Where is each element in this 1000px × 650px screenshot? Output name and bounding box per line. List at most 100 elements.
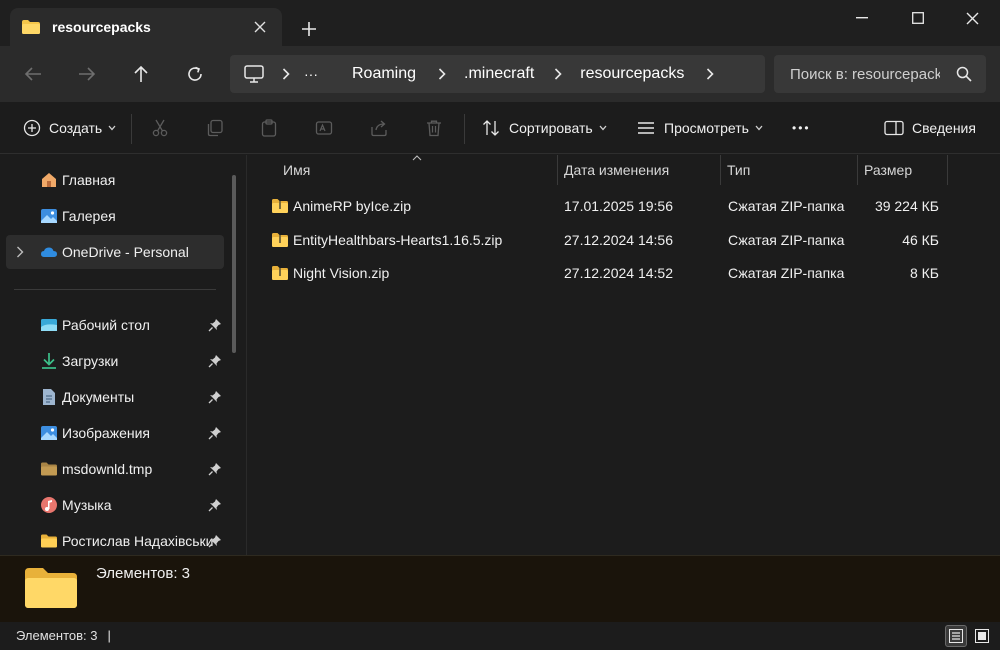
up-button[interactable]: [126, 60, 156, 88]
breadcrumb-ellipsis[interactable]: ···: [304, 66, 318, 82]
arrow-right-icon: [79, 67, 96, 81]
chevron-right-icon[interactable]: [16, 246, 24, 258]
pin-icon[interactable]: [208, 426, 222, 440]
chevron-right-icon: [438, 68, 446, 80]
sidebar-item-pictures[interactable]: Изображения: [6, 416, 224, 450]
sidebar-item-label: Музыка: [62, 497, 112, 513]
close-window-button[interactable]: [944, 0, 1000, 36]
sidebar-item-label: OneDrive - Personal: [62, 244, 189, 260]
share-icon: [369, 118, 389, 138]
folder-icon: [25, 568, 77, 608]
minimize-button[interactable]: [834, 0, 890, 36]
forward-button[interactable]: [72, 60, 102, 88]
address-bar[interactable]: ··· Roaming .minecraft resourcepacks: [230, 55, 765, 93]
view-label: Просмотреть: [664, 120, 749, 136]
sidebar-item-label: Загрузки: [62, 353, 119, 369]
details-pane: Элементов: 3: [0, 555, 1000, 622]
column-header-date[interactable]: Дата изменения: [564, 155, 669, 185]
sidebar-item-label: Главная: [62, 172, 116, 188]
arrow-left-icon: [24, 67, 41, 81]
sidebar-item-home[interactable]: Главная: [6, 163, 224, 197]
folder-icon: [22, 20, 40, 34]
document-icon: [43, 389, 55, 405]
rename-button[interactable]: [314, 115, 334, 141]
chevron-down-icon: [755, 125, 763, 131]
folder-icon: [41, 534, 57, 548]
column-divider[interactable]: [857, 155, 858, 185]
file-date: 27.12.2024 14:52: [564, 265, 673, 281]
home-icon: [42, 173, 56, 187]
back-button[interactable]: [18, 60, 48, 88]
sidebar-scrollbar[interactable]: [232, 175, 236, 353]
share-button[interactable]: [369, 115, 389, 141]
sidebar-item-downloads[interactable]: Загрузки: [6, 344, 224, 378]
close-tab-icon[interactable]: [250, 17, 270, 37]
details-view-icon: [949, 629, 963, 643]
sort-label: Сортировать: [509, 120, 593, 136]
column-header-type[interactable]: Тип: [727, 155, 750, 185]
pin-icon[interactable]: [208, 534, 222, 548]
plus-circle-icon: [22, 118, 42, 138]
column-divider[interactable]: [947, 155, 948, 185]
search-input[interactable]: Поиск в: resourcepacks: [790, 66, 940, 83]
refresh-icon: [188, 66, 202, 81]
search-icon: [956, 66, 972, 82]
maximize-button[interactable]: [890, 0, 946, 36]
delete-button[interactable]: [424, 115, 444, 141]
paste-button[interactable]: [259, 115, 279, 141]
scissors-icon: [150, 118, 170, 138]
breadcrumb-minecraft[interactable]: .minecraft: [464, 65, 534, 83]
tiles-view-button[interactable]: [971, 625, 993, 647]
pin-icon[interactable]: [208, 354, 222, 368]
sidebar-item-desktop[interactable]: Рабочий стол: [6, 308, 224, 342]
cut-button[interactable]: [150, 115, 170, 141]
selection-count: Элементов: 3: [96, 565, 191, 582]
sort-button[interactable]: Сортировать: [481, 115, 607, 141]
sort-icon: [481, 118, 501, 138]
desktop-icon: [41, 319, 57, 331]
sidebar-item-label: Рабочий стол: [62, 317, 150, 333]
chevron-right-icon: [282, 68, 290, 80]
cloud-icon: [41, 247, 57, 257]
details-view-button[interactable]: [945, 625, 967, 647]
sidebar-item-user-folder[interactable]: Ростислав Надахівськи: [6, 524, 224, 555]
breadcrumb-roaming[interactable]: Roaming: [352, 65, 416, 83]
view-button[interactable]: Просмотреть: [636, 115, 763, 141]
more-options-button[interactable]: •••: [792, 115, 811, 141]
sidebar-item-gallery[interactable]: Галерея: [6, 199, 224, 233]
pin-icon[interactable]: [208, 390, 222, 404]
breadcrumb-resourcepacks[interactable]: resourcepacks: [580, 65, 684, 83]
sidebar-item-documents[interactable]: Документы: [6, 380, 224, 414]
column-divider[interactable]: [720, 155, 721, 185]
table-row[interactable]: EntityHealthbars-Hearts1.16.5.zip 27.12.…: [253, 223, 993, 257]
sidebar-item-msdownld[interactable]: msdownld.tmp: [6, 452, 224, 486]
search-box[interactable]: Поиск в: resourcepacks: [774, 55, 986, 93]
tab-resourcepacks[interactable]: resourcepacks: [10, 8, 282, 46]
chevron-right-icon[interactable]: [706, 68, 714, 80]
column-header-size[interactable]: Размер: [864, 155, 912, 185]
pin-icon[interactable]: [208, 462, 222, 476]
column-divider[interactable]: [557, 155, 558, 185]
details-pane-icon: [884, 118, 904, 138]
file-date: 17.01.2025 19:56: [564, 198, 673, 214]
copy-button[interactable]: [205, 115, 225, 141]
sidebar-item-label: Галерея: [62, 208, 116, 224]
pin-icon[interactable]: [208, 498, 222, 512]
sidebar-item-music[interactable]: Музыка: [6, 488, 224, 522]
navigation-bar: ··· Roaming .minecraft resourcepacks Пои…: [0, 46, 1000, 102]
table-row[interactable]: Night Vision.zip 27.12.2024 14:52 Сжатая…: [253, 256, 993, 290]
pin-icon[interactable]: [208, 318, 222, 332]
details-pane-button[interactable]: Сведения: [884, 115, 976, 141]
create-label: Создать: [49, 120, 103, 136]
file-name: EntityHealthbars-Hearts1.16.5.zip: [293, 232, 503, 248]
refresh-button[interactable]: [180, 60, 210, 88]
table-row[interactable]: AnimeRP byIce.zip 17.01.2025 19:56 Сжата…: [253, 189, 993, 223]
zip-folder-icon: [272, 199, 288, 213]
music-icon: [41, 497, 57, 513]
new-tab-button[interactable]: [298, 18, 320, 40]
file-type: Сжатая ZIP-папка: [728, 232, 845, 248]
create-button[interactable]: Создать: [22, 115, 116, 141]
sidebar-item-onedrive[interactable]: OneDrive - Personal: [6, 235, 224, 269]
toolbar-divider: [131, 114, 132, 144]
column-header-name[interactable]: Имя: [283, 155, 310, 185]
